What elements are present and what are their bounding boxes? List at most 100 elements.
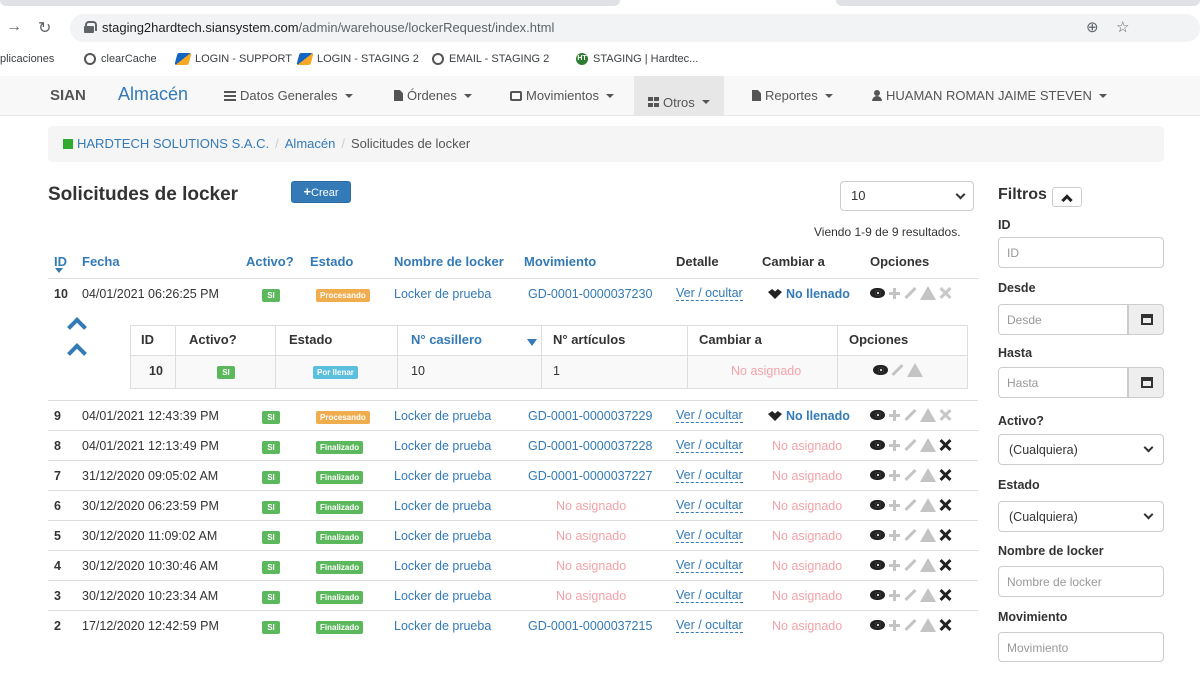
cell-locker[interactable]: Locker de prueba bbox=[394, 499, 491, 513]
bookmark-login-support[interactable]: LOGIN - SUPPORT bbox=[174, 53, 292, 65]
plus-icon[interactable] bbox=[888, 619, 901, 632]
bookmark-email-staging[interactable]: EMAIL - STAGING 2 bbox=[432, 53, 549, 65]
collapse-icon[interactable] bbox=[67, 317, 87, 337]
filter-hasta-input[interactable]: Hasta bbox=[998, 367, 1128, 398]
cell-locker[interactable]: Locker de prueba bbox=[394, 287, 491, 301]
cell-cambiar[interactable]: No llenado bbox=[768, 409, 850, 423]
filter-id-input[interactable]: ID bbox=[998, 237, 1164, 268]
bookmark-aplicaciones[interactable]: plicaciones bbox=[0, 53, 54, 65]
warning-icon[interactable] bbox=[920, 438, 936, 452]
plus-icon[interactable] bbox=[888, 499, 901, 512]
delete-icon[interactable] bbox=[939, 439, 951, 451]
create-button[interactable]: +Crear bbox=[291, 181, 351, 203]
cell-locker[interactable]: Locker de prueba bbox=[394, 439, 491, 453]
cell-locker[interactable]: Locker de prueba bbox=[394, 589, 491, 603]
forward-icon[interactable]: → bbox=[6, 18, 22, 36]
eye-icon[interactable] bbox=[870, 410, 885, 420]
header-activo[interactable]: Activo? bbox=[246, 254, 294, 269]
pencil-icon[interactable] bbox=[891, 364, 904, 377]
bookmark-login-staging[interactable]: LOGIN - STAGING 2 bbox=[296, 53, 419, 65]
collapse-icon[interactable] bbox=[67, 343, 87, 363]
cell-movimiento[interactable]: GD-0001-0000037228 bbox=[528, 439, 652, 453]
header-fecha[interactable]: Fecha bbox=[82, 254, 120, 269]
header-locker[interactable]: Nombre de locker bbox=[394, 254, 504, 269]
plus-icon[interactable] bbox=[888, 469, 901, 482]
eye-icon[interactable] bbox=[870, 288, 885, 298]
bookmark-staging-hardtech[interactable]: HT STAGING | Hardtec... bbox=[576, 53, 698, 65]
delete-icon[interactable] bbox=[939, 287, 951, 299]
cell-movimiento[interactable]: GD-0001-0000037215 bbox=[528, 619, 652, 633]
warning-icon[interactable] bbox=[920, 528, 936, 542]
nav-ordenes[interactable]: Órdenes bbox=[394, 88, 472, 103]
warning-icon[interactable] bbox=[920, 498, 936, 512]
warning-icon[interactable] bbox=[920, 286, 936, 300]
cell-locker[interactable]: Locker de prueba bbox=[394, 529, 491, 543]
warning-icon[interactable] bbox=[907, 363, 923, 377]
pencil-icon[interactable] bbox=[904, 409, 917, 422]
toggle-detail-link[interactable]: Ver / ocultar bbox=[676, 439, 743, 453]
delete-icon[interactable] bbox=[939, 559, 951, 571]
url-field[interactable]: staging2hardtech.siansystem.com/admin/wa… bbox=[70, 14, 1200, 42]
toggle-detail-link[interactable]: Ver / ocultar bbox=[676, 589, 743, 603]
delete-icon[interactable] bbox=[939, 499, 951, 511]
cell-cambiar[interactable]: No llenado bbox=[768, 287, 850, 301]
zoom-icon[interactable]: ⊕ bbox=[1086, 18, 1099, 36]
eye-icon[interactable] bbox=[870, 560, 885, 570]
delete-icon[interactable] bbox=[939, 589, 951, 601]
pencil-icon[interactable] bbox=[904, 559, 917, 572]
pencil-icon[interactable] bbox=[904, 589, 917, 602]
eye-icon[interactable] bbox=[870, 440, 885, 450]
filter-desde-calendar-button[interactable] bbox=[1128, 304, 1164, 335]
pencil-icon[interactable] bbox=[904, 529, 917, 542]
module-name[interactable]: Almacén bbox=[118, 84, 188, 105]
pencil-icon[interactable] bbox=[904, 619, 917, 632]
warning-icon[interactable] bbox=[920, 408, 936, 422]
cell-locker[interactable]: Locker de prueba bbox=[394, 469, 491, 483]
filters-collapse-button[interactable] bbox=[1052, 187, 1082, 207]
cell-locker[interactable]: Locker de prueba bbox=[394, 409, 491, 423]
browser-tab[interactable] bbox=[836, 0, 1200, 6]
pencil-icon[interactable] bbox=[904, 469, 917, 482]
cell-movimiento[interactable]: GD-0001-0000037229 bbox=[528, 409, 652, 423]
nav-otros[interactable]: Otros bbox=[634, 76, 724, 116]
breadcrumb-module[interactable]: Almacén bbox=[285, 136, 336, 151]
browser-tab[interactable] bbox=[0, 0, 620, 6]
plus-icon[interactable] bbox=[888, 589, 901, 602]
plus-icon[interactable] bbox=[888, 559, 901, 572]
pencil-icon[interactable] bbox=[904, 287, 917, 300]
toggle-detail-link[interactable]: Ver / ocultar bbox=[676, 559, 743, 573]
plus-icon[interactable] bbox=[888, 287, 901, 300]
toggle-detail-link[interactable]: Ver / ocultar bbox=[676, 287, 743, 301]
toggle-detail-link[interactable]: Ver / ocultar bbox=[676, 499, 743, 513]
star-icon[interactable]: ☆ bbox=[1116, 18, 1129, 36]
header-estado[interactable]: Estado bbox=[310, 254, 353, 269]
warning-icon[interactable] bbox=[920, 588, 936, 602]
eye-icon[interactable] bbox=[870, 620, 885, 630]
filter-locker-input[interactable]: Nombre de locker bbox=[998, 566, 1164, 597]
nav-movimientos[interactable]: Movimientos bbox=[510, 88, 614, 103]
toggle-detail-link[interactable]: Ver / ocultar bbox=[676, 409, 743, 423]
delete-icon[interactable] bbox=[939, 619, 951, 631]
filter-desde-input[interactable]: Desde bbox=[998, 304, 1128, 335]
header-id[interactable]: ID bbox=[54, 254, 67, 269]
pencil-icon[interactable] bbox=[904, 439, 917, 452]
filter-hasta-calendar-button[interactable] bbox=[1128, 367, 1164, 398]
eye-icon[interactable] bbox=[870, 590, 885, 600]
toggle-detail-link[interactable]: Ver / ocultar bbox=[676, 529, 743, 543]
nav-user[interactable]: HUAMAN ROMAN JAIME STEVEN bbox=[872, 88, 1107, 103]
delete-icon[interactable] bbox=[939, 409, 951, 421]
warning-icon[interactable] bbox=[920, 558, 936, 572]
header-movimiento[interactable]: Movimiento bbox=[524, 254, 596, 269]
toggle-detail-link[interactable]: Ver / ocultar bbox=[676, 619, 743, 633]
plus-icon[interactable] bbox=[888, 529, 901, 542]
plus-icon[interactable] bbox=[888, 439, 901, 452]
plus-icon[interactable] bbox=[888, 409, 901, 422]
nav-datos-generales[interactable]: Datos Generales bbox=[224, 88, 353, 103]
cell-movimiento[interactable]: GD-0001-0000037227 bbox=[528, 469, 652, 483]
eye-icon[interactable] bbox=[870, 500, 885, 510]
toggle-detail-link[interactable]: Ver / ocultar bbox=[676, 469, 743, 483]
delete-icon[interactable] bbox=[939, 469, 951, 481]
cell-locker[interactable]: Locker de prueba bbox=[394, 619, 491, 633]
filter-activo-select[interactable]: (Cualquiera) bbox=[998, 434, 1164, 465]
filter-mov-input[interactable]: Movimiento bbox=[998, 632, 1164, 662]
